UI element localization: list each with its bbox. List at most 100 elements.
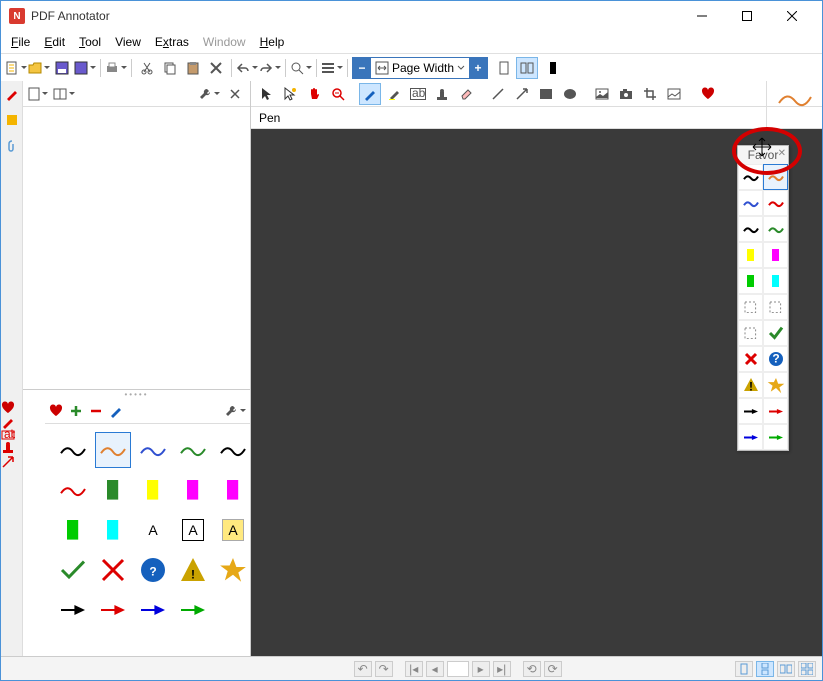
- zoom-control[interactable]: − Page Width +: [352, 57, 488, 79]
- float-favorite-item[interactable]: ?: [763, 346, 788, 372]
- fav-stamp-tab[interactable]: [1, 441, 22, 455]
- rect-tool[interactable]: [535, 83, 557, 105]
- favorite-item[interactable]: [95, 432, 131, 468]
- favorite-item[interactable]: [135, 592, 171, 628]
- favorite-item[interactable]: [55, 472, 91, 508]
- favorite-item[interactable]: [95, 592, 131, 628]
- float-favorite-item[interactable]: [763, 268, 788, 294]
- text-tool[interactable]: abI: [407, 83, 429, 105]
- menu-help[interactable]: Help: [254, 33, 291, 51]
- menu-extras[interactable]: Extras: [149, 33, 195, 51]
- zoom-in-button[interactable]: +: [469, 58, 487, 78]
- float-favorite-item[interactable]: [738, 398, 763, 424]
- save-as-button[interactable]: [74, 57, 96, 79]
- favorite-item[interactable]: [95, 472, 131, 508]
- favorite-item[interactable]: [135, 472, 171, 508]
- close-button[interactable]: [769, 2, 814, 30]
- float-favorite-item[interactable]: [763, 372, 788, 398]
- cut-button[interactable]: [136, 57, 158, 79]
- favorites-floating-toolbar[interactable]: Favor ✕ ?!: [737, 145, 789, 451]
- fav-heart-tab[interactable]: [1, 401, 22, 415]
- first-page-button[interactable]: |◂: [405, 661, 423, 677]
- favorite-item[interactable]: A: [135, 512, 171, 548]
- float-favorite-item[interactable]: [738, 216, 763, 242]
- book-icon[interactable]: [53, 83, 75, 105]
- float-favorite-item[interactable]: [763, 190, 788, 216]
- float-favorite-item[interactable]: !: [738, 372, 763, 398]
- delete-button[interactable]: [205, 57, 227, 79]
- find-button[interactable]: [290, 57, 312, 79]
- float-favorite-item[interactable]: [763, 320, 788, 346]
- copy-button[interactable]: [159, 57, 181, 79]
- favorite-item[interactable]: [215, 432, 250, 468]
- view-two-page[interactable]: [777, 661, 795, 677]
- favorite-item[interactable]: [215, 592, 250, 628]
- image-tool[interactable]: [591, 83, 613, 105]
- favorites-heart-button[interactable]: [697, 83, 719, 105]
- eraser-tool[interactable]: [455, 83, 477, 105]
- next-page-button[interactable]: ▸: [472, 661, 490, 677]
- favorites-float-close[interactable]: ✕: [778, 148, 786, 159]
- favorite-item[interactable]: [55, 552, 91, 588]
- back-button[interactable]: ⟲: [523, 661, 541, 677]
- save-button[interactable]: [51, 57, 73, 79]
- forward-button[interactable]: ⟳: [544, 661, 562, 677]
- page-field[interactable]: [447, 661, 469, 677]
- favorite-item[interactable]: A: [215, 512, 250, 548]
- highlighter-tool[interactable]: [383, 83, 405, 105]
- redo-button[interactable]: [259, 57, 281, 79]
- view-continuous[interactable]: [756, 661, 774, 677]
- float-favorite-item[interactable]: [763, 424, 788, 450]
- open-button[interactable]: [28, 57, 50, 79]
- favorite-item[interactable]: ?: [135, 552, 171, 588]
- prev-page-button[interactable]: ◂: [426, 661, 444, 677]
- crop-tool[interactable]: [639, 83, 661, 105]
- float-favorite-item[interactable]: [738, 424, 763, 450]
- favorite-item[interactable]: [55, 592, 91, 628]
- favorite-item[interactable]: [95, 552, 131, 588]
- menu-tool[interactable]: Tool: [73, 33, 107, 51]
- menu-view[interactable]: View: [109, 33, 147, 51]
- menu-edit[interactable]: Edit: [38, 33, 71, 51]
- rotate-left-button[interactable]: ↶: [354, 661, 372, 677]
- fav-text-tab[interactable]: ab: [1, 429, 22, 441]
- stamp-tool[interactable]: [431, 83, 453, 105]
- ellipse-tool[interactable]: [559, 83, 581, 105]
- undo-button[interactable]: [236, 57, 258, 79]
- favorite-item[interactable]: A: [175, 512, 211, 548]
- fav-arrow-tab[interactable]: [1, 455, 22, 469]
- edit-favorite-button[interactable]: [109, 404, 123, 418]
- add-favorite-button[interactable]: [69, 404, 83, 418]
- favorite-item[interactable]: [215, 552, 250, 588]
- splitter[interactable]: •••••: [23, 390, 250, 398]
- fav-pen-tab[interactable]: [1, 415, 22, 429]
- float-favorite-item[interactable]: [738, 242, 763, 268]
- float-favorite-item[interactable]: [763, 242, 788, 268]
- float-favorite-item[interactable]: [738, 346, 763, 372]
- favorite-item[interactable]: [95, 512, 131, 548]
- zoom-out-tool[interactable]: [327, 83, 349, 105]
- view-two-continuous[interactable]: [798, 661, 816, 677]
- last-page-button[interactable]: ▸|: [493, 661, 511, 677]
- favorite-item[interactable]: [175, 432, 211, 468]
- lasso-tool[interactable]: [279, 83, 301, 105]
- layout-button[interactable]: [321, 57, 343, 79]
- favorite-item[interactable]: [175, 472, 211, 508]
- close-thumbnails-button[interactable]: [224, 83, 246, 105]
- favorites-float-header[interactable]: Favor ✕: [738, 146, 788, 164]
- chevron-down-icon[interactable]: [457, 64, 465, 72]
- tab-pen[interactable]: [1, 81, 22, 107]
- wrench-icon[interactable]: [198, 83, 220, 105]
- float-favorite-item[interactable]: [763, 294, 788, 320]
- view-single[interactable]: [735, 661, 753, 677]
- float-favorite-item[interactable]: [763, 164, 788, 190]
- float-favorite-item[interactable]: [738, 164, 763, 190]
- remove-favorite-button[interactable]: [89, 404, 103, 418]
- rotate-right-button[interactable]: ↷: [375, 661, 393, 677]
- print-button[interactable]: [105, 57, 127, 79]
- pen-tool[interactable]: [359, 83, 381, 105]
- more-tools[interactable]: [663, 83, 685, 105]
- favorite-item[interactable]: [135, 432, 171, 468]
- tab-attach[interactable]: [1, 133, 22, 159]
- float-favorite-item[interactable]: [738, 268, 763, 294]
